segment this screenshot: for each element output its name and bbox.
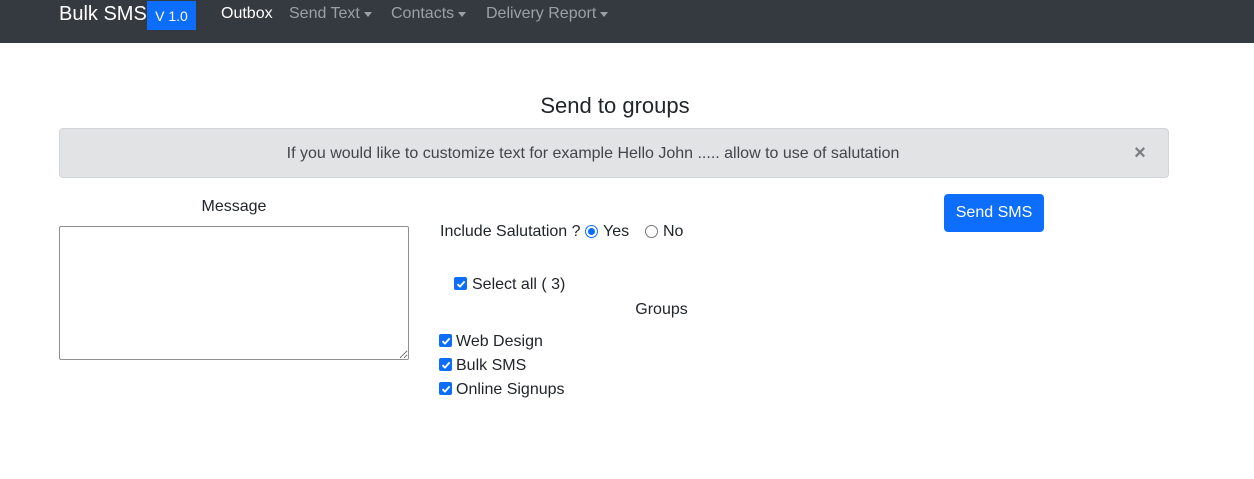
salutation-no-label[interactable]: No — [663, 223, 683, 241]
salutation-no-radio[interactable] — [645, 225, 658, 238]
select-all-label[interactable]: Select all ( 3) — [472, 276, 565, 294]
caret-down-icon — [363, 11, 372, 17]
groups-label: Groups — [635, 301, 688, 318]
group-web-design-checkbox[interactable] — [439, 334, 452, 347]
nav-send-text-label: Send Text — [289, 5, 360, 22]
group-online-signups-checkbox[interactable] — [439, 382, 452, 395]
send-sms-button[interactable]: Send SMS — [944, 194, 1044, 232]
message-textarea[interactable] — [59, 226, 409, 360]
nav-contacts-label: Contacts — [391, 5, 455, 22]
page-title: Send to groups — [540, 93, 690, 118]
check-icon — [441, 361, 450, 369]
select-all-checkbox[interactable] — [454, 277, 467, 290]
salutation-yes-label[interactable]: Yes — [603, 223, 629, 241]
salutation-yes-radio[interactable] — [585, 225, 598, 238]
group-web-design-label[interactable]: Web Design — [456, 333, 543, 351]
alert-text: If you would like to customize text for … — [286, 145, 900, 162]
nav-send-text-dropdown[interactable]: Send Text — [289, 5, 372, 23]
group-online-signups-label[interactable]: Online Signups — [456, 381, 565, 399]
check-icon — [441, 337, 450, 345]
nav-outbox-label: Outbox — [221, 5, 273, 22]
check-icon — [441, 385, 450, 393]
caret-down-icon — [458, 11, 467, 17]
check-icon — [456, 280, 465, 288]
group-bulk-sms-checkbox[interactable] — [439, 358, 452, 371]
brand-title[interactable]: Bulk SMS — [59, 3, 147, 25]
info-alert: If you would like to customize text for … — [59, 128, 1169, 178]
caret-down-icon — [600, 11, 609, 17]
salutation-label: Include Salutation ? — [440, 223, 581, 240]
group-bulk-sms-label[interactable]: Bulk SMS — [456, 357, 526, 375]
close-icon[interactable]: × — [1130, 142, 1150, 164]
message-label: Message — [201, 198, 267, 215]
nav-delivery-report-dropdown[interactable]: Delivery Report — [486, 5, 609, 23]
nav-outbox[interactable]: Outbox — [221, 5, 273, 23]
version-badge: V 1.0 — [147, 1, 196, 30]
navbar: Bulk SMS V 1.0 Outbox Send Text Contacts… — [0, 0, 1254, 43]
nav-delivery-report-label: Delivery Report — [486, 5, 597, 22]
nav-contacts-dropdown[interactable]: Contacts — [391, 5, 467, 23]
